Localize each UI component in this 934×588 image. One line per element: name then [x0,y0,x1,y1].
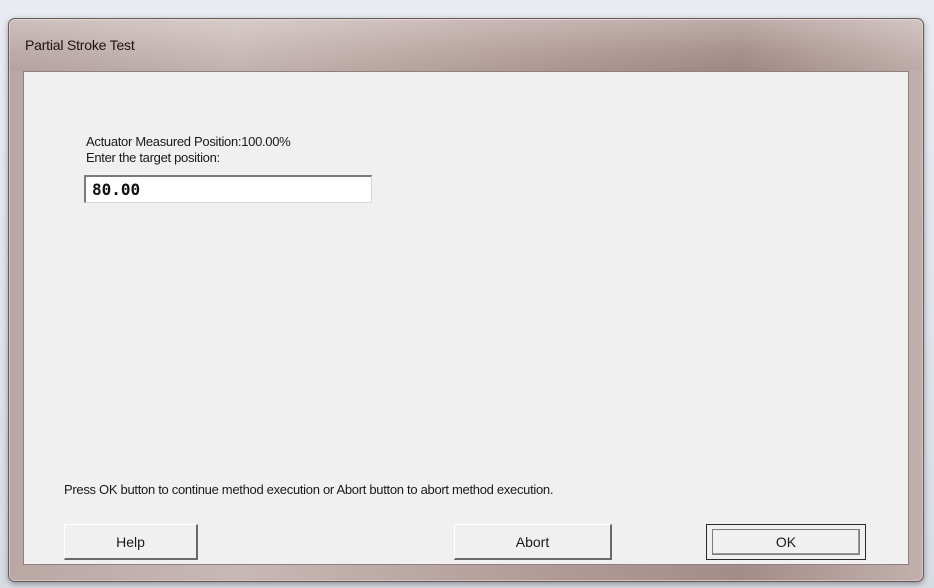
dialog-client-area: Actuator Measured Position:100.00% Enter… [23,71,909,565]
ok-button-label: OK [775,534,797,550]
abort-button[interactable]: Abort [454,524,612,560]
partial-stroke-test-dialog: Partial Stroke Test Actuator Measured Po… [8,18,924,582]
target-position-input[interactable] [84,175,372,203]
dialog-titlebar[interactable]: Partial Stroke Test [9,19,923,71]
target-position-prompt: Enter the target position: [86,150,220,165]
ok-button[interactable]: OK [706,524,866,560]
measured-position-text: Actuator Measured Position:100.00% [86,134,291,149]
instructions-text: Press OK button to continue method execu… [64,482,554,497]
help-button[interactable]: Help [64,524,198,560]
dialog-title: Partial Stroke Test [25,37,135,53]
